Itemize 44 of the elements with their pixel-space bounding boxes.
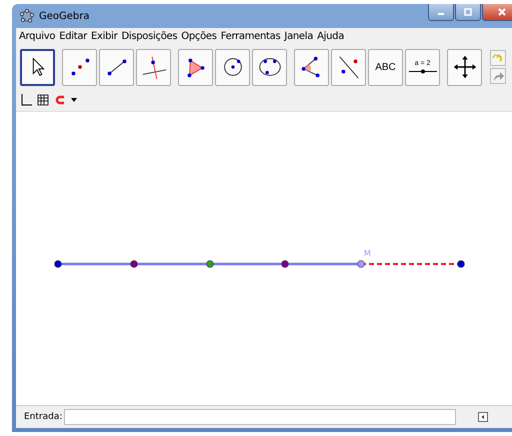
close-icon: [497, 7, 507, 17]
minimize-button[interactable]: [428, 4, 454, 21]
circle-tool-button[interactable]: [215, 48, 250, 86]
menu-item[interactable]: Arquivo: [18, 31, 58, 42]
dropdown-caret-icon[interactable]: [71, 98, 77, 102]
window-title: GeoGebra: [39, 10, 90, 22]
axes-icon[interactable]: [20, 94, 32, 106]
menu-item[interactable]: Opções: [180, 31, 220, 42]
point[interactable]: [206, 260, 214, 268]
redo-button[interactable]: [490, 68, 506, 84]
point-label: M: [364, 249, 371, 258]
segment-tool-button[interactable]: [99, 48, 134, 86]
polygon-tool-button[interactable]: [178, 48, 213, 86]
menu-item[interactable]: Editar: [58, 31, 90, 42]
magnet-icon[interactable]: [54, 94, 66, 106]
app-logo-icon: [20, 9, 34, 23]
undo-icon: [492, 52, 504, 64]
point[interactable]: [357, 260, 365, 268]
point[interactable]: [281, 260, 289, 268]
grid-icon[interactable]: [37, 94, 49, 106]
input-label: Entrada:: [24, 412, 62, 422]
conic-tool-button[interactable]: [252, 48, 287, 86]
point-tool-button[interactable]: [62, 48, 97, 86]
point[interactable]: [130, 260, 138, 268]
pan-tool-button[interactable]: [447, 48, 482, 86]
move-tool-button[interactable]: [20, 48, 55, 86]
menu-item[interactable]: Janela: [283, 31, 316, 42]
point[interactable]: [457, 260, 465, 268]
perpendicular-tool-button[interactable]: [136, 48, 171, 86]
menu-item[interactable]: Ferramentas: [220, 31, 284, 42]
maximize-button[interactable]: [455, 4, 481, 21]
slider-icon: [408, 69, 436, 74]
point[interactable]: [54, 260, 62, 268]
close-button[interactable]: [482, 4, 512, 21]
input-field[interactable]: [64, 409, 456, 425]
collapse-icon[interactable]: [478, 412, 488, 422]
angle-tool-button[interactable]: [294, 48, 329, 86]
redo-icon: [492, 70, 504, 82]
menu-item[interactable]: Exibir: [90, 31, 120, 42]
text-tool-button[interactable]: ABC: [368, 48, 403, 86]
menu-item[interactable]: Ajuda: [316, 31, 348, 42]
maximize-icon: [463, 7, 473, 17]
reflect-tool-button[interactable]: [331, 48, 366, 86]
menu-item[interactable]: Disposições: [120, 31, 180, 42]
